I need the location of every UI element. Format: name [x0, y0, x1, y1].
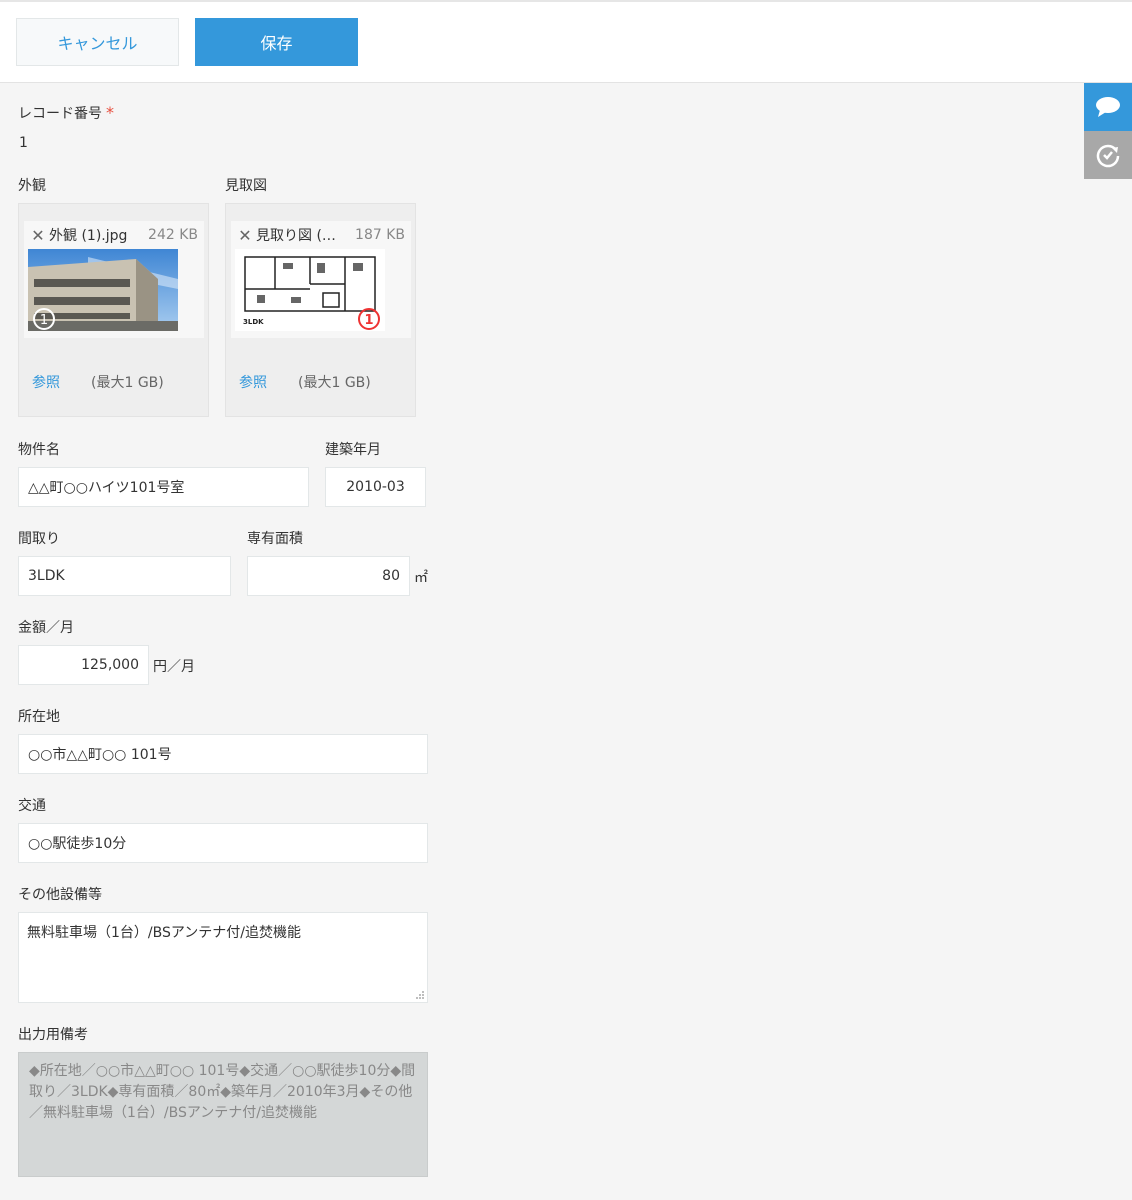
- access-input[interactable]: ○○駅徒歩10分: [18, 823, 428, 863]
- record-number-label: レコード番号 *: [18, 103, 114, 123]
- exterior-thumbnail[interactable]: 1: [28, 249, 178, 331]
- record-number-label-text: レコード番号: [18, 106, 102, 122]
- exterior-size-limit: (最大1 GB): [91, 375, 164, 391]
- built-date-input[interactable]: 2010-03: [325, 467, 426, 507]
- property-name-label: 物件名: [18, 442, 60, 458]
- save-button[interactable]: 保存: [195, 18, 358, 66]
- toolbar: キャンセル 保存: [0, 0, 1132, 83]
- exterior-file-card: ✕ 外観 (1).jpg 242 KB 1: [24, 221, 204, 338]
- access-label: 交通: [18, 798, 46, 814]
- exterior-file-size: 242 KB: [148, 227, 198, 243]
- comment-icon: [1096, 97, 1120, 117]
- floorplan-file-field: ✕ 見取り図 (… 187 KB 3LDK 1 参照 (最大1 GB): [225, 203, 416, 417]
- svg-text:1: 1: [40, 313, 48, 328]
- floorplan-file-name[interactable]: 見取り図 (…: [256, 225, 355, 245]
- layout-input[interactable]: 3LDK: [18, 556, 231, 596]
- exterior-file-field: ✕ 外観 (1).jpg 242 KB 1 参照 (最大1 GB): [18, 203, 209, 417]
- facilities-text: 無料駐車場（1台）/BSアンテナ付/追焚機能: [27, 925, 302, 941]
- history-panel-button[interactable]: [1084, 131, 1132, 179]
- remove-file-icon[interactable]: ✕: [234, 226, 256, 245]
- built-date-label: 建築年月: [325, 442, 381, 458]
- floorplan-size-limit: (最大1 GB): [298, 375, 371, 391]
- comment-panel-button[interactable]: [1084, 83, 1132, 131]
- exterior-browse-link[interactable]: 参照: [32, 372, 60, 392]
- rent-unit: 円／月: [153, 659, 195, 675]
- record-number-value: 1: [19, 135, 28, 151]
- floorplan-thumbnail[interactable]: 3LDK 1: [235, 249, 385, 331]
- floorplan-file-card: ✕ 見取り図 (… 187 KB 3LDK 1: [231, 221, 411, 338]
- floorplan-label: 見取図: [225, 178, 267, 194]
- floorplan-badge: 1: [364, 313, 373, 328]
- layout-label: 間取り: [18, 531, 60, 547]
- property-name-input[interactable]: △△町○○ハイツ101号室: [18, 467, 309, 507]
- area-input[interactable]: 80: [247, 556, 410, 596]
- floorplan-file-size: 187 KB: [355, 227, 405, 243]
- facilities-label: その他設備等: [18, 887, 102, 903]
- rent-input[interactable]: 125,000: [18, 645, 149, 685]
- output-notes-label: 出力用備考: [18, 1027, 88, 1043]
- area-label: 専有面積: [247, 531, 303, 547]
- floorplan-browse-link[interactable]: 参照: [239, 372, 267, 392]
- exterior-file-name[interactable]: 外観 (1).jpg: [49, 225, 148, 245]
- exterior-label: 外観: [18, 178, 46, 194]
- rent-label: 金額／月: [18, 620, 74, 636]
- area-unit: ㎡: [414, 570, 428, 586]
- address-label: 所在地: [18, 709, 60, 725]
- address-input[interactable]: ○○市△△町○○ 101号: [18, 734, 428, 774]
- facilities-textarea[interactable]: 無料駐車場（1台）/BSアンテナ付/追焚機能: [18, 912, 428, 1003]
- remove-file-icon[interactable]: ✕: [27, 226, 49, 245]
- required-mark: *: [106, 103, 114, 122]
- history-icon: [1096, 144, 1120, 168]
- output-notes-readonly: ◆所在地／○○市△△町○○ 101号◆交通／○○駅徒歩10分◆間取り／3LDK◆…: [18, 1052, 428, 1177]
- resize-grip-icon[interactable]: [415, 990, 425, 1000]
- cancel-button[interactable]: キャンセル: [16, 18, 179, 66]
- top-divider: [0, 0, 1132, 2]
- floorplan-caption: 3LDK: [243, 318, 264, 326]
